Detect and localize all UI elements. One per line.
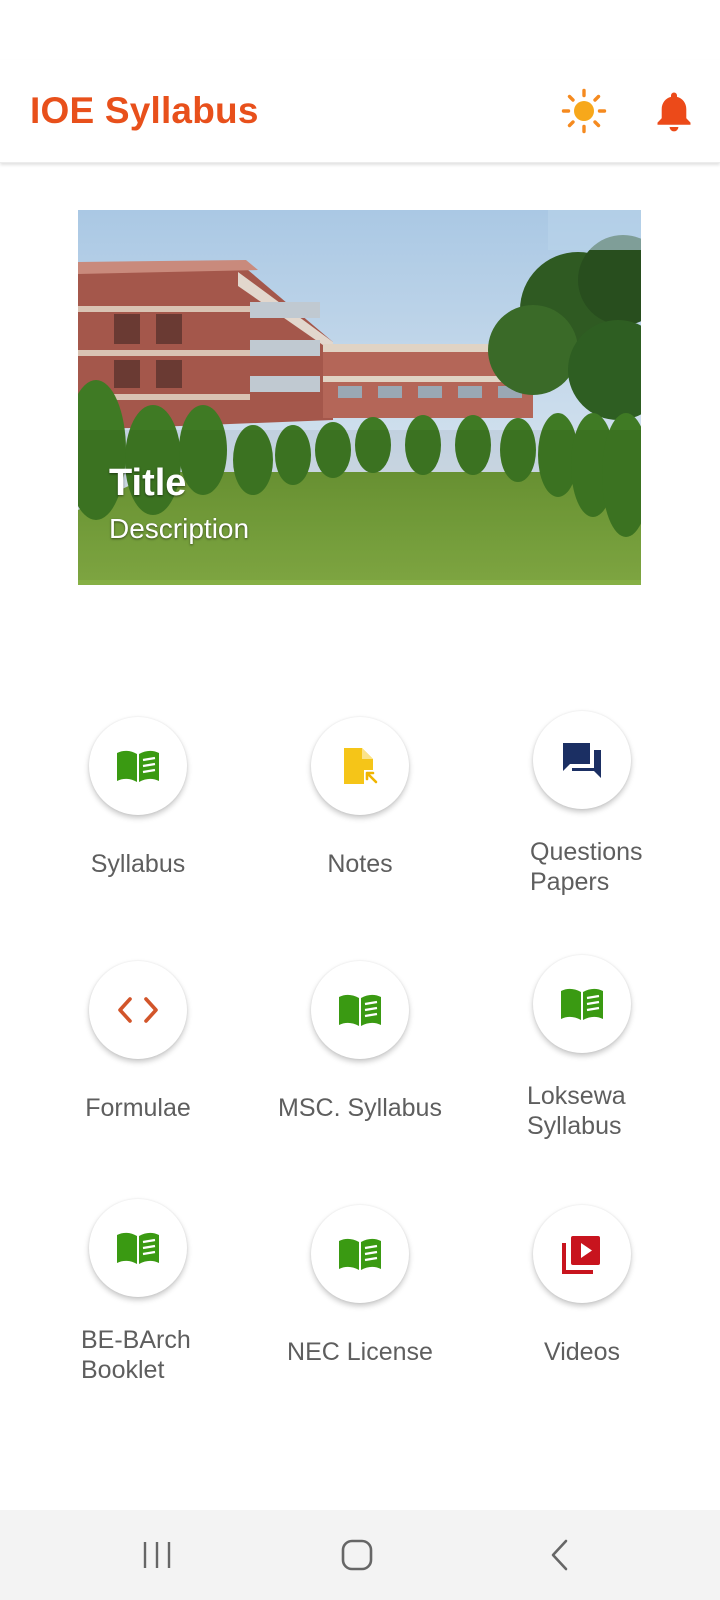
videos-circle (533, 1205, 631, 1303)
menu-label-videos: Videos (544, 1338, 620, 1366)
menu-item-questions-papers[interactable]: Questions Papers (471, 711, 693, 921)
system-navigation-bar (0, 1510, 720, 1600)
notifications-button[interactable] (643, 80, 705, 142)
status-bar (0, 0, 720, 60)
file-icon (344, 748, 378, 786)
menu-item-loksewa-syllabus[interactable]: Loksewa Syllabus (471, 955, 693, 1165)
sun-icon (561, 88, 607, 134)
formulae-circle (89, 961, 187, 1059)
menu-item-syllabus[interactable]: Syllabus (27, 717, 249, 927)
menu-item-videos[interactable]: Videos (471, 1205, 693, 1415)
menu-label-loksewa-syllabus: Loksewa Syllabus (527, 1082, 626, 1140)
nec-license-circle (311, 1205, 409, 1303)
back-icon (551, 1539, 568, 1571)
home-button[interactable] (327, 1532, 387, 1578)
menu-label-notes: Notes (327, 850, 393, 878)
banner-carousel[interactable]: Title Description (78, 210, 641, 585)
forum-icon (563, 743, 601, 778)
menu-label-questions-papers: Questions Papers (530, 838, 643, 896)
menu-item-nec-license[interactable]: NEC License (249, 1205, 471, 1415)
menu-item-be-barch-booklet[interactable]: BE-BArch Booklet (27, 1199, 249, 1409)
banner-description: Description (109, 513, 250, 544)
book-icon (117, 1232, 159, 1264)
questions-papers-circle (533, 711, 631, 809)
bell-icon (657, 92, 691, 132)
book-icon (339, 994, 381, 1026)
menu-label-be-barch-booklet: BE-BArch Booklet (81, 1326, 191, 1384)
menu-label-nec-license: NEC License (287, 1338, 433, 1366)
recents-icon (143, 1542, 171, 1568)
banner-title: Title (109, 462, 187, 504)
book-icon (561, 988, 603, 1020)
book-icon (339, 1238, 381, 1270)
menu-item-msc-syllabus[interactable]: MSC. Syllabus (249, 961, 471, 1171)
notes-circle (311, 717, 409, 815)
app-title: IOE Syllabus (30, 90, 259, 131)
menu-item-notes[interactable]: Notes (249, 717, 471, 927)
recents-button[interactable] (127, 1532, 187, 1578)
syllabus-circle (89, 717, 187, 815)
theme-toggle-button[interactable] (553, 80, 615, 142)
app-bar: IOE Syllabus (0, 60, 720, 163)
menu-label-formulae: Formulae (85, 1094, 191, 1122)
loksewa-syllabus-circle (533, 955, 631, 1053)
video-library-icon (562, 1236, 600, 1274)
home-icon (341, 1539, 373, 1571)
menu-label-syllabus: Syllabus (90, 850, 186, 878)
back-button[interactable] (530, 1532, 590, 1578)
menu-item-formulae[interactable]: Formulae (27, 961, 249, 1171)
msc-syllabus-circle (311, 961, 409, 1059)
book-icon (117, 750, 159, 782)
menu-label-msc-syllabus: MSC. Syllabus (278, 1094, 442, 1122)
code-icon (118, 997, 158, 1023)
be-barch-booklet-circle (89, 1199, 187, 1297)
